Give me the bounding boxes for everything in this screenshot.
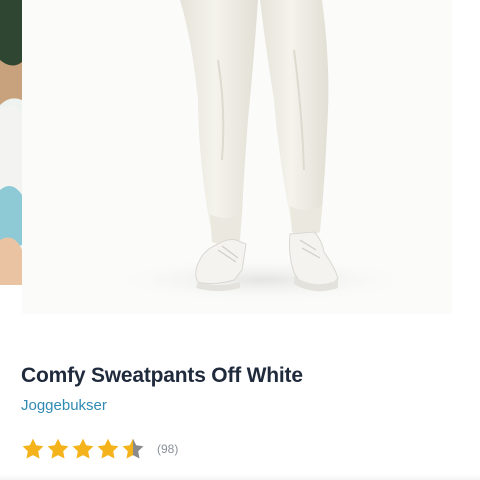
next-product-image[interactable] — [452, 0, 480, 314]
previous-product-image[interactable] — [0, 0, 22, 314]
star-icon — [22, 438, 44, 459]
star-icon — [122, 438, 144, 459]
review-count: (98) — [157, 442, 179, 456]
product-image-carousel[interactable] — [0, 0, 480, 314]
main-product-image[interactable] — [22, 0, 452, 314]
rating-stars — [21, 437, 145, 461]
sweatpants-photo-illustration — [22, 0, 452, 314]
category-link[interactable]: Joggebukser — [21, 397, 107, 414]
star-icon — [97, 438, 119, 459]
product-rating[interactable]: (98) — [21, 435, 178, 463]
bottom-divider — [0, 474, 480, 480]
star-icon — [72, 438, 94, 459]
product-title: Comfy Sweatpants Off White — [21, 364, 303, 387]
star-icon — [47, 438, 69, 459]
previous-image-illustration — [0, 0, 22, 314]
